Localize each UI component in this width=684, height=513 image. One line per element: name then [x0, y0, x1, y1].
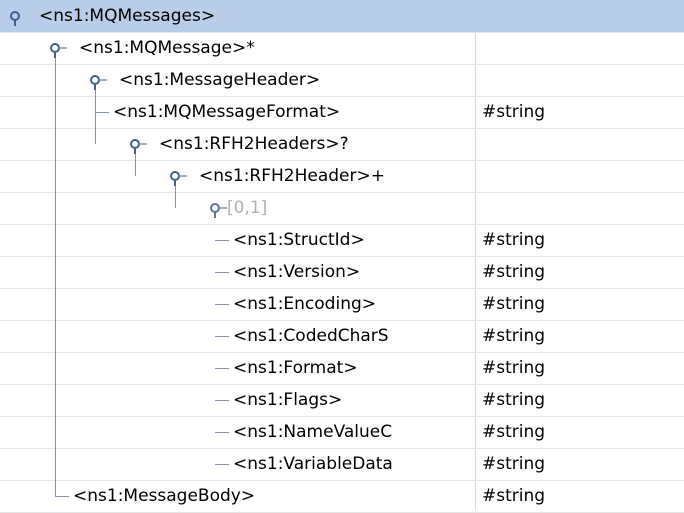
tree-guide-line: [175, 186, 176, 208]
tree-connector: [215, 464, 229, 465]
element-name: <ns1:VariableData: [233, 454, 393, 474]
expand-node-icon[interactable]: [129, 138, 151, 160]
tree-row[interactable]: <ns1:MQMessages>: [0, 0, 684, 33]
group-label: [0,1]: [227, 198, 268, 218]
tree-row[interactable]: <ns1:Version> #string: [0, 256, 684, 289]
type-value: #string: [482, 294, 546, 314]
tree-connector: [55, 496, 69, 497]
tree-connector: [215, 400, 229, 401]
tree-row[interactable]: <ns1:Format> #string: [0, 352, 684, 385]
element-name: <ns1:Format>: [233, 358, 358, 378]
tree-connector: [95, 112, 109, 113]
type-value: #string: [482, 102, 546, 122]
tree-row[interactable]: <ns1:CodedCharS #string: [0, 320, 684, 353]
element-name: <ns1:RFH2Headers>?: [159, 134, 349, 154]
tree-connector: [215, 368, 229, 369]
tree-row[interactable]: <ns1:Flags> #string: [0, 384, 684, 417]
element-name: <ns1:MQMessageFormat>: [113, 102, 341, 122]
type-value: #string: [482, 326, 546, 346]
tree-connector: [215, 336, 229, 337]
tree-guide-line: [55, 58, 56, 496]
element-name: <ns1:Flags>: [233, 390, 343, 410]
type-value: #string: [482, 422, 546, 442]
tree-guide-line: [95, 90, 96, 144]
tree-connector: [215, 304, 229, 305]
expand-node-icon[interactable]: [169, 170, 191, 192]
element-name: <ns1:MQMessages>: [39, 6, 216, 26]
type-value: #string: [482, 358, 546, 378]
schema-tree: <ns1:MQMessages> <ns1:MQMessage>* <ns1:Mes…: [0, 0, 684, 513]
element-name: <ns1:MessageHeader>: [119, 70, 321, 90]
tree-row[interactable]: <ns1:NameValueC #string: [0, 416, 684, 449]
element-name: <ns1:MessageBody>: [73, 486, 256, 506]
element-name: <ns1:StructId>: [233, 230, 365, 250]
tree-connector: [215, 272, 229, 273]
tree-row[interactable]: <ns1:MQMessage>*: [0, 32, 684, 65]
tree-row[interactable]: <ns1:StructId> #string: [0, 224, 684, 257]
element-name: <ns1:Version>: [233, 262, 361, 282]
element-name: <ns1:CodedCharS: [233, 326, 389, 346]
tree-row[interactable]: <ns1:VariableData #string: [0, 448, 684, 481]
expand-node-icon[interactable]: [49, 42, 71, 64]
tree-connector: [215, 432, 229, 433]
element-name: <ns1:Encoding>: [233, 294, 377, 314]
type-value: #string: [482, 454, 546, 474]
tree-row[interactable]: <ns1:Encoding> #string: [0, 288, 684, 321]
element-name: <ns1:MQMessage>*: [79, 38, 255, 58]
tree-row[interactable]: <ns1:MessageBody> #string: [0, 480, 684, 513]
element-name: <ns1:NameValueC: [233, 422, 393, 442]
type-value: #string: [482, 262, 546, 282]
tree-row[interactable]: <ns1:RFH2Headers>?: [0, 128, 684, 161]
type-value: #string: [482, 230, 546, 250]
tree-connector: [215, 240, 229, 241]
expand-node-icon[interactable]: [9, 10, 31, 32]
element-name: <ns1:RFH2Header>+: [199, 166, 385, 186]
type-value: #string: [482, 390, 546, 410]
type-value: #string: [482, 486, 546, 506]
tree-row[interactable]: <ns1:RFH2Header>+: [0, 160, 684, 193]
expand-node-icon[interactable]: [209, 202, 231, 224]
tree-guide-line: [135, 154, 136, 176]
expand-node-icon[interactable]: [89, 74, 111, 96]
tree-row[interactable]: [0,1]: [0, 192, 684, 225]
